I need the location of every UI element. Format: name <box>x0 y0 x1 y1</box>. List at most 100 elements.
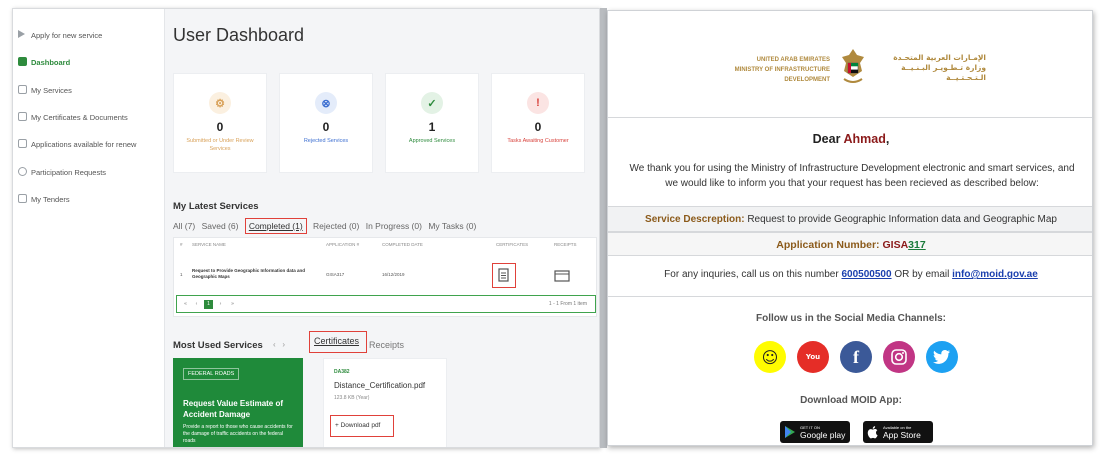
gear-icon: ⚙ <box>209 92 231 114</box>
org-line-ar: الـتـحـتـيــة <box>946 73 986 82</box>
most-used-heading: Most Used Services <box>173 340 263 351</box>
sidebar: Apply for new service Dashboard My Servi… <box>13 9 165 447</box>
greeting: Dear Ahmad, <box>608 132 1092 146</box>
receipt-icon[interactable] <box>554 270 570 282</box>
download-pdf-button[interactable]: + Download pdf <box>330 415 394 437</box>
contact-divider <box>608 296 1092 297</box>
sidebar-item-renew[interactable]: Applications available for renew <box>13 134 165 154</box>
clock-icon <box>18 167 27 176</box>
sidebar-item-certificates[interactable]: My Certificates & Documents <box>13 107 165 127</box>
email-panel: UNITED ARAB EMIRATES MINISTRY OF INFRAST… <box>607 10 1093 446</box>
greeting-suffix: , <box>885 132 890 146</box>
certificate-code: DA382 <box>334 369 350 375</box>
sidebar-item-dashboard[interactable]: Dashboard <box>13 52 165 72</box>
tab-saved[interactable]: Saved (6) <box>202 221 239 231</box>
youtube-icon[interactable]: You <box>797 341 829 373</box>
stat-card-rejected[interactable]: ⊗ 0 Rejected Services <box>279 73 373 173</box>
stat-label: Approved Services <box>408 138 456 144</box>
service-card[interactable]: FEDERAL ROADS Request Value Estimate of … <box>173 358 303 447</box>
social-heading: Follow us in the Social Media Channels: <box>755 313 947 324</box>
org-name-english: UNITED ARAB EMIRATES MINISTRY OF INFRAST… <box>716 55 830 85</box>
twitter-bird-icon <box>933 350 950 364</box>
phone-link[interactable]: 600500500 <box>841 269 891 280</box>
stat-card-submitted[interactable]: ⚙ 0 Submitted or Under Review Services <box>173 73 267 173</box>
stat-value: 0 <box>216 120 224 134</box>
email-body: We thank you for using the Ministry of I… <box>629 163 1075 189</box>
document-icon <box>18 112 27 121</box>
org-line: DEVELOPMENT <box>784 77 830 83</box>
next-page-icon[interactable]: › <box>216 300 225 309</box>
tab-receipts[interactable]: Receipts <box>369 340 404 350</box>
sidebar-item-apply[interactable]: Apply for new service <box>13 25 165 45</box>
tab-my-tasks[interactable]: My Tasks (0) <box>428 221 476 231</box>
apple-icon <box>867 426 878 439</box>
grid-icon <box>18 57 27 66</box>
app-store-button[interactable]: Available on the App Store <box>863 421 933 443</box>
sidebar-item-label: Applications available for renew <box>31 139 137 149</box>
sidebar-item-tenders[interactable]: My Tenders <box>13 189 165 209</box>
column-header: APPLICATION # <box>326 242 360 247</box>
sidebar-item-participation[interactable]: Participation Requests <box>13 162 165 182</box>
application-number: Application Number: GISA317 <box>608 239 1092 251</box>
google-play-button[interactable]: GET IT ON Google play <box>780 421 850 443</box>
certificate-file-name: Distance_Certification.pdf <box>334 381 426 390</box>
certificate-download-button[interactable] <box>492 263 516 288</box>
certificate-card: DA382 Distance_Certification.pdf 123.8 K… <box>323 358 447 447</box>
tab-in-progress[interactable]: In Progress (0) <box>366 221 422 231</box>
pager-summary: 1 - 1 From 1 item <box>548 301 587 307</box>
latest-services-heading: My Latest Services <box>173 201 259 212</box>
column-header: CERTIFICATES <box>496 242 529 247</box>
instagram-glyph-icon <box>891 349 907 365</box>
stat-card-approved[interactable]: ✓ 1 Approved Services <box>385 73 479 173</box>
snapchat-icon[interactable]: ☺ <box>754 341 786 373</box>
tab-rejected[interactable]: Rejected (0) <box>313 221 359 231</box>
dashboard-panel: Apply for new service Dashboard My Servi… <box>12 8 600 448</box>
tab-completed[interactable]: Completed (1) <box>244 218 307 234</box>
email-link[interactable]: info@moid.gov.ae <box>952 269 1038 280</box>
download-icon: + <box>335 422 339 429</box>
contact-mid: OR by email <box>891 269 953 280</box>
service-value: Request to provide Geographic Informatio… <box>747 214 1057 225</box>
sidebar-item-label: My Tenders <box>31 194 70 204</box>
google-play-icon <box>785 426 795 438</box>
last-page-icon[interactable]: » <box>228 300 237 309</box>
application-number-band: Application Number: GISA317 <box>608 232 1092 256</box>
contact-line: For any inquries, call us on this number… <box>608 269 1092 280</box>
facebook-icon[interactable]: f <box>840 341 872 373</box>
carousel-arrows[interactable]: ‹ › <box>273 340 285 349</box>
sidebar-item-label: My Services <box>31 85 72 95</box>
recipient-name: Ahmad <box>843 132 886 146</box>
instagram-icon[interactable] <box>883 341 915 373</box>
services-table: # SERVICE NAME APPLICATION # COMPLETED D… <box>173 237 597 317</box>
arrow-right-icon <box>18 30 25 38</box>
services-icon <box>18 85 27 94</box>
screenshot-frame: Apply for new service Dashboard My Servi… <box>0 0 1102 460</box>
row-service-name: Request to Provide Geographic Informatio… <box>192 268 306 279</box>
sidebar-item-my-services[interactable]: My Services <box>13 80 165 100</box>
service-title: Request Value Estimate of Accident Damag… <box>183 399 284 419</box>
services-tabs: All (7) Saved (6) Completed (1) Rejected… <box>173 218 480 234</box>
service-description-band: Service Descreption: Request to provide … <box>608 206 1092 232</box>
twitter-icon[interactable] <box>926 341 958 373</box>
alert-icon: ! <box>527 92 549 114</box>
stat-label: Tasks Awaiting Customer <box>507 138 569 144</box>
org-line: MINISTRY OF INFRASTRUCTURE <box>734 67 830 73</box>
application-label: Application Number: <box>776 239 880 251</box>
column-header: SERVICE NAME <box>192 242 226 247</box>
tab-all[interactable]: All (7) <box>173 221 195 231</box>
sidebar-item-label: Dashboard <box>31 57 71 67</box>
first-page-icon[interactable]: « <box>181 300 190 309</box>
download-pdf-label: + Download pdf <box>331 416 393 429</box>
row-completed-date: 16/12/2019 <box>382 272 405 277</box>
prev-page-icon[interactable]: ‹ <box>192 300 201 309</box>
application-suffix: 317 <box>908 239 926 251</box>
page-number[interactable]: 1 <box>204 300 213 309</box>
tab-certificates[interactable]: Certificates <box>309 331 367 353</box>
dashboard-main: User Dashboard ⚙ 0 Submitted or Under Re… <box>173 9 599 447</box>
page-title: User Dashboard <box>173 25 305 45</box>
greeting-prefix: Dear <box>812 132 844 146</box>
org-line: UNITED ARAB EMIRATES <box>756 57 830 63</box>
row-application-number: GISA317 <box>326 272 345 277</box>
stat-card-tasks[interactable]: ! 0 Tasks Awaiting Customer <box>491 73 585 173</box>
download-app-heading: Download MOID App: <box>800 395 902 406</box>
